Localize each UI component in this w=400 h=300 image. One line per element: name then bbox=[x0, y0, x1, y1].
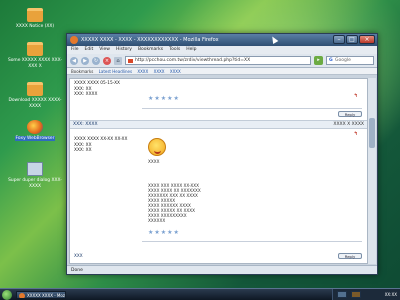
smiley-icon bbox=[148, 138, 166, 156]
navigation-toolbar: ◀ ▶ ↻ × ⌂ http://pcchou.com.tw/zrdiv/vie… bbox=[67, 54, 377, 68]
forum-post: XXX: XXXX XXXX X XXXX XXXX XXXX XX-XX XX… bbox=[70, 121, 368, 263]
rating-stars[interactable]: ★★★★★ bbox=[148, 95, 180, 102]
firefox-icon bbox=[70, 36, 78, 44]
tray-icon[interactable] bbox=[351, 291, 361, 298]
reply-button[interactable]: Reply bbox=[338, 111, 362, 117]
address-bar[interactable]: http://pcchou.com.tw/zrdiv/viewthread.ph… bbox=[125, 56, 311, 65]
menu-bookmarks[interactable]: Bookmarks bbox=[138, 46, 163, 54]
menu-tools[interactable]: Tools bbox=[169, 46, 180, 54]
archive-folder-icon bbox=[27, 42, 43, 56]
desktop-icon-label: Some XXXXX XXXX XXX-XXX X bbox=[7, 58, 63, 69]
system-tray: XX:XX bbox=[332, 289, 400, 300]
rating-stars[interactable]: ★★★★★ bbox=[148, 229, 180, 236]
stop-button[interactable]: × bbox=[103, 56, 111, 65]
menu-history[interactable]: History bbox=[116, 46, 132, 54]
post-footer: XXX bbox=[74, 253, 83, 258]
desktop-icon-label: Super duper dialog XXX-XXXX bbox=[8, 178, 62, 189]
menu-view[interactable]: View bbox=[99, 46, 110, 54]
desktop-icon-label: Download XXXXX XXXX-XXXX bbox=[8, 98, 62, 109]
window-titlebar[interactable]: XXXXX XXXX - XXXX - XXXXXXXXXXXX - Mozil… bbox=[67, 34, 377, 46]
desktop-icon-label: XXXX Notice (XX) bbox=[15, 24, 55, 29]
bookmark-item[interactable]: XXXX bbox=[154, 69, 165, 74]
folder-icon bbox=[27, 82, 43, 96]
forum-post: XXXX XXXX 05-15-XX XXX: XX XXX: XXXX ★★★… bbox=[70, 79, 368, 121]
start-button[interactable] bbox=[2, 290, 12, 300]
forward-button[interactable]: ▶ bbox=[81, 56, 89, 65]
clock[interactable]: XX:XX bbox=[385, 292, 397, 297]
desktop-icon[interactable]: Download XXXXX XXXX-XXXX bbox=[4, 82, 66, 109]
post-subject: XXXX bbox=[148, 159, 160, 164]
post-header: XXX: XXXX XXXX X XXXX bbox=[70, 121, 368, 129]
maximize-button[interactable]: □ bbox=[346, 35, 358, 44]
back-button[interactable]: ◀ bbox=[70, 56, 78, 65]
bookmark-item[interactable]: XXXX bbox=[137, 69, 148, 74]
window-title: XXXXX XXXX - XXXX - XXXXXXXXXXXX - Mozil… bbox=[81, 37, 219, 43]
home-button[interactable]: ⌂ bbox=[114, 56, 122, 65]
desktop-icon[interactable]: XXXX Notice (XX) bbox=[4, 8, 66, 30]
folder-icon bbox=[27, 8, 43, 22]
firefox-icon bbox=[27, 120, 43, 134]
desktop-icon-label: Foxy WebBrowser bbox=[14, 136, 56, 141]
post-author-meta: XXXX XXXX XX-XX XX-XX XXX: XX XXX: XX bbox=[74, 137, 128, 153]
close-button[interactable]: × bbox=[359, 35, 375, 44]
bookmarks-toolbar: Bookmarks Latest Headlines XXXX XXXX XXX… bbox=[67, 68, 377, 75]
scrollbar-thumb[interactable] bbox=[369, 118, 375, 148]
menu-bar: File Edit View History Bookmarks Tools H… bbox=[67, 46, 377, 54]
bookmark-item[interactable]: Latest Headlines bbox=[99, 69, 132, 74]
download-icon bbox=[27, 162, 43, 176]
tray-icon[interactable] bbox=[337, 291, 347, 298]
desktop-icon[interactable]: Foxy WebBrowser bbox=[4, 120, 66, 142]
minimize-button[interactable]: – bbox=[333, 35, 345, 44]
bookmarks-label[interactable]: Bookmarks bbox=[71, 69, 93, 74]
browser-window[interactable]: XXXXX XXXX - XXXX - XXXXXXXXXXXX - Mozil… bbox=[66, 33, 378, 275]
menu-edit[interactable]: Edit bbox=[85, 46, 94, 54]
taskbar-item[interactable]: XXXXX XXXX - Mozilla bbox=[16, 291, 66, 299]
page-content: XXXX XXXX 05-15-XX XXX: XX XXX: XXXX ★★★… bbox=[69, 78, 369, 264]
report-icon[interactable]: ↰ bbox=[354, 131, 358, 137]
report-icon[interactable]: ↰ bbox=[354, 93, 358, 99]
go-button[interactable]: ▸ bbox=[314, 56, 323, 65]
menu-help[interactable]: Help bbox=[186, 46, 196, 54]
post-author-meta: XXXX XXXX 05-15-XX XXX: XX XXX: XXXX bbox=[74, 81, 120, 97]
search-input[interactable]: Google bbox=[326, 56, 374, 65]
taskbar: XXXXX XXXX - Mozilla XX:XX bbox=[0, 288, 400, 300]
status-bar: Done bbox=[67, 265, 377, 274]
reply-button[interactable]: Reply bbox=[338, 253, 362, 259]
menu-file[interactable]: File bbox=[71, 46, 79, 54]
desktop-icon[interactable]: Super duper dialog XXX-XXXX bbox=[4, 162, 66, 189]
reload-button[interactable]: ↻ bbox=[92, 56, 100, 65]
post-body: XXXX XXX XXXX XX-XXX XXXX XXXX XX XXXXXX… bbox=[148, 183, 201, 223]
vertical-scrollbar[interactable] bbox=[367, 78, 376, 264]
bookmark-item[interactable]: XXXX bbox=[170, 69, 181, 74]
desktop-icon[interactable]: Some XXXXX XXXX XXX-XXX X bbox=[4, 42, 66, 69]
